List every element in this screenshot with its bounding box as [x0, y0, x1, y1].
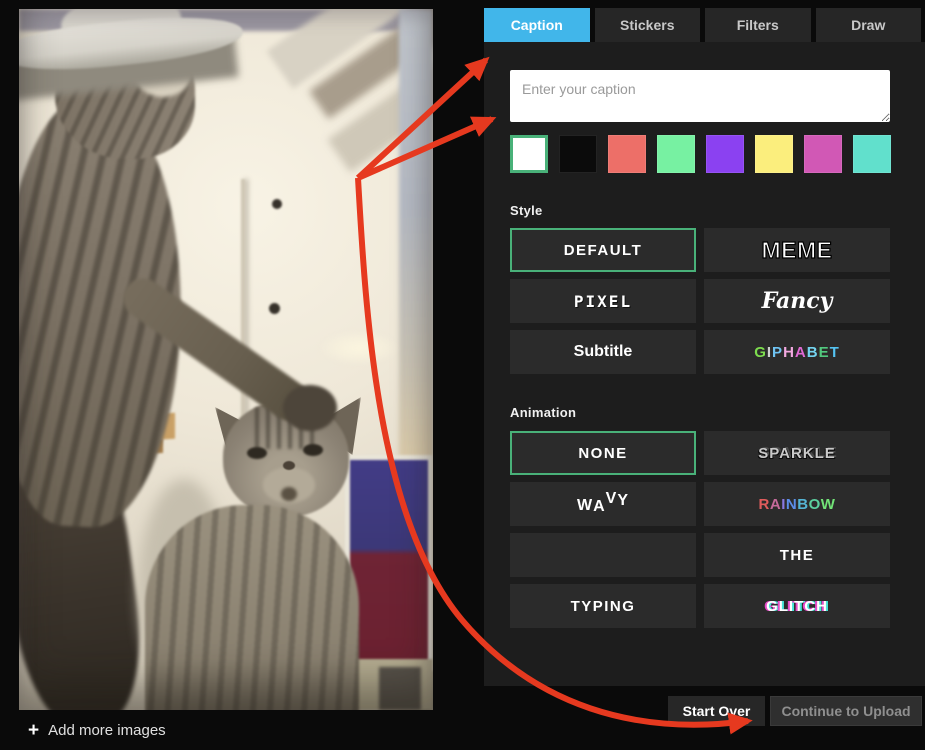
- caption-color-swatches: [510, 135, 891, 173]
- tab-stickers[interactable]: Stickers: [595, 8, 701, 42]
- editor-tabs: Caption Stickers Filters Draw: [484, 8, 921, 42]
- color-swatch-purple[interactable]: [706, 135, 744, 173]
- animation-option-wavy[interactable]: WAVY: [510, 482, 696, 526]
- color-swatch-teal[interactable]: [853, 135, 891, 173]
- caption-panel: Style DEFAULT MEME PIXEL Fancy Subtitle …: [484, 42, 925, 686]
- continue-to-upload-button[interactable]: Continue to Upload: [770, 696, 922, 726]
- animation-option-typing[interactable]: TYPING: [510, 584, 696, 628]
- animation-option-glitch[interactable]: GLITCH: [704, 584, 890, 628]
- gif-editor-screen: + Add more images Caption Stickers Filte…: [0, 0, 925, 750]
- tab-caption[interactable]: Caption: [484, 8, 590, 42]
- plus-icon: +: [28, 721, 39, 740]
- style-option-subtitle[interactable]: Subtitle: [510, 330, 696, 374]
- style-option-default[interactable]: DEFAULT: [510, 228, 696, 272]
- style-option-meme[interactable]: MEME: [704, 228, 890, 272]
- tab-filters[interactable]: Filters: [705, 8, 811, 42]
- color-swatch-red[interactable]: [608, 135, 646, 173]
- caption-input[interactable]: [510, 70, 890, 122]
- color-swatch-yellow[interactable]: [755, 135, 793, 173]
- photo-vignette: [19, 9, 433, 710]
- animation-option-none[interactable]: NONE: [510, 431, 696, 475]
- style-options-grid: DEFAULT MEME PIXEL Fancy Subtitle GIPHAB…: [510, 228, 890, 374]
- animation-option-rainbow[interactable]: RAINBOW: [704, 482, 890, 526]
- animation-option-sparkle[interactable]: SPARKLE: [704, 431, 890, 475]
- animation-section-label: Animation: [510, 405, 576, 420]
- style-option-pixel[interactable]: PIXEL: [510, 279, 696, 323]
- animation-options-grid: NONE SPARKLE WAVY RAINBOW THE TYPING GLI…: [510, 431, 890, 628]
- style-option-giphabet[interactable]: GIPHABET: [704, 330, 890, 374]
- gif-preview-image: [19, 9, 433, 710]
- animation-option-the[interactable]: THE: [704, 533, 890, 577]
- color-swatch-magenta[interactable]: [804, 135, 842, 173]
- style-option-fancy[interactable]: Fancy: [704, 279, 890, 323]
- animation-option-blank[interactable]: [510, 533, 696, 577]
- add-more-images-label: Add more images: [48, 722, 166, 739]
- style-section-label: Style: [510, 203, 543, 218]
- color-swatch-black[interactable]: [559, 135, 597, 173]
- start-over-button[interactable]: Start Over: [668, 696, 765, 726]
- add-more-images-button[interactable]: + Add more images: [28, 718, 166, 742]
- color-swatch-white[interactable]: [510, 135, 548, 173]
- color-swatch-green[interactable]: [657, 135, 695, 173]
- tab-draw[interactable]: Draw: [816, 8, 922, 42]
